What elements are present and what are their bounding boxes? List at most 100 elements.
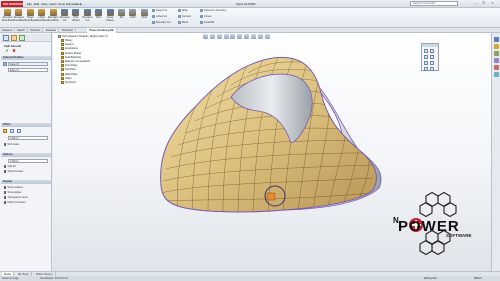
instant3d-button[interactable]: Instant3D (200, 21, 214, 24)
crease-icon[interactable] (424, 49, 428, 53)
option-show-vertices[interactable]: Show vertices (4, 186, 23, 189)
menu-insert[interactable]: Insert (49, 2, 57, 6)
reference-geometry-button[interactable]: Reference Geometry (200, 9, 226, 12)
option-show-preview[interactable]: Show Preview (4, 170, 23, 173)
reverse-icon[interactable] (17, 129, 21, 133)
feature-tree-icon[interactable] (3, 35, 9, 41)
mirror-mesh-icon[interactable] (424, 67, 428, 71)
section-selected-entities[interactable]: Selected Entities (1, 56, 51, 60)
boundary-cut-button[interactable]: Boundary Cut (152, 21, 171, 24)
section-options[interactable]: Options (1, 153, 51, 157)
swept-cut-button[interactable]: Swept Cut (152, 9, 167, 12)
tree-item[interactable]: Sensors (61, 43, 74, 46)
cut-button[interactable]: Extruded Cut (59, 9, 70, 22)
draft-button[interactable]: Draft (127, 9, 138, 20)
tree-item[interactable]: Material <not specified> (61, 60, 90, 63)
entity-list-face[interactable]: Face<1> (8, 62, 48, 66)
flip-icon[interactable] (10, 129, 14, 133)
boundary-button[interactable]: Boundary Boss/Base (48, 9, 59, 22)
tree-item[interactable]: History (61, 39, 72, 42)
maximize-button[interactable]: ❐ (480, 1, 487, 6)
sweep-button[interactable]: Swept Boss/Base (25, 9, 36, 22)
configuration-icon[interactable] (19, 35, 25, 41)
property-manager: Split Smooth ✔ ✖ Selected Entities Face<… (0, 33, 52, 271)
logo-software: SOFTWARE (446, 233, 472, 238)
ok-button[interactable]: ✔ (4, 48, 10, 53)
draft-icon (129, 9, 137, 16)
menu-file[interactable]: File (27, 2, 32, 6)
menu-tools[interactable]: Tools (58, 2, 65, 6)
minimize-button[interactable]: — (472, 1, 479, 6)
tree-item[interactable]: Right Plane (61, 72, 77, 76)
tree-item[interactable]: Solid Bodies(1) (61, 55, 81, 59)
smooth-icon[interactable] (430, 67, 434, 71)
intersect-icon (178, 15, 181, 18)
search-input[interactable]: Search Commands (410, 1, 458, 6)
bridge-icon[interactable] (424, 61, 428, 65)
loft-button[interactable]: Lofted Boss/Base (36, 9, 48, 22)
intersect-button[interactable]: Intersect (178, 15, 191, 18)
view-palette-icon[interactable] (494, 58, 499, 63)
palette-title-bar[interactable] (422, 44, 438, 47)
option-match-curvature[interactable]: Match Curvature (4, 201, 26, 204)
tree-item[interactable]: Front Plane (61, 64, 77, 67)
close-button[interactable]: ✕ (489, 1, 496, 6)
mirror-button[interactable]: Mirror (178, 21, 188, 24)
unit-system[interactable]: MMGS (474, 276, 482, 281)
option-transparent-mesh[interactable]: Transparent mesh (4, 196, 28, 199)
weld-icon[interactable] (430, 61, 434, 65)
lofted-cut-icon (152, 15, 155, 18)
tree-node-icon (61, 47, 64, 51)
tree-item[interactable]: Imported1 (61, 81, 76, 84)
extrude-face-icon[interactable] (430, 55, 434, 59)
tree-item[interactable]: Origin (61, 76, 71, 80)
revolve-button[interactable]: Revolved Boss/Base (13, 9, 25, 22)
revolve-cut-icon (83, 9, 91, 16)
option-split-all[interactable]: Split All (4, 165, 16, 168)
design-library-icon[interactable] (494, 44, 499, 49)
resources-icon[interactable] (494, 37, 499, 42)
tree-node-icon (61, 72, 64, 76)
option-show-edges[interactable]: Show Edges (4, 191, 21, 194)
fillet-button[interactable]: Fillet (93, 9, 104, 20)
wrap-button[interactable]: Wrap (178, 9, 188, 12)
tree-node-icon (61, 51, 64, 55)
revolve-cut-button[interactable]: Revolved Cut (82, 9, 93, 22)
menu-edit[interactable]: Edit (34, 2, 39, 6)
hole-button[interactable]: Hole Wizard (70, 9, 81, 22)
offset-distance-field[interactable]: 3.00mm (8, 136, 48, 140)
tree-node-icon (61, 81, 64, 84)
cut-icon (61, 9, 68, 16)
property-manager-icon[interactable] (11, 35, 17, 41)
options-value-field[interactable]: 0.00mm (8, 159, 48, 163)
selected-face[interactable] (266, 192, 276, 201)
section-display[interactable]: Display (1, 180, 51, 184)
pattern-button[interactable]: Linear Pattern (105, 9, 116, 22)
appearances-icon[interactable] (494, 65, 499, 70)
menu-view[interactable]: View (41, 2, 47, 6)
extrude-button[interactable]: Extruded Boss/Base (2, 9, 13, 22)
section-offset[interactable]: Offset (1, 123, 51, 127)
app-logo[interactable]: SOLIDWORKS (1, 1, 24, 7)
rib-button[interactable]: Rib (116, 9, 127, 20)
curves-button[interactable]: Curves (200, 15, 212, 18)
insert-edge-icon[interactable] (430, 49, 434, 53)
tree-node-icon (61, 60, 64, 63)
custom-properties-icon[interactable] (494, 72, 499, 77)
file-explorer-icon[interactable] (494, 51, 499, 56)
tree-root[interactable]: Part1 (Default<<Default>_Display State 1… (58, 35, 108, 38)
tree-item[interactable]: Top Plane (61, 68, 76, 72)
menu-help[interactable]: Help (76, 2, 82, 6)
swept-cut-icon (152, 9, 155, 12)
tree-item[interactable]: Annotations (61, 47, 78, 51)
task-pane (491, 33, 500, 271)
feature-tree-flyout: Part1 (Default<<Default>_Display State 1… (58, 35, 130, 93)
cancel-button[interactable]: ✖ (11, 48, 17, 53)
shell-button[interactable]: Shell (139, 9, 150, 20)
tree-item[interactable]: Surface Bodies (61, 51, 81, 55)
fillet-icon (95, 9, 103, 16)
delete-face-icon[interactable] (424, 55, 428, 59)
entity-list-edge[interactable]: Edge<1> (8, 68, 48, 72)
lofted-cut-button[interactable]: Lofted Cut (152, 15, 167, 18)
option-both-sides[interactable]: Both sides (4, 143, 19, 146)
